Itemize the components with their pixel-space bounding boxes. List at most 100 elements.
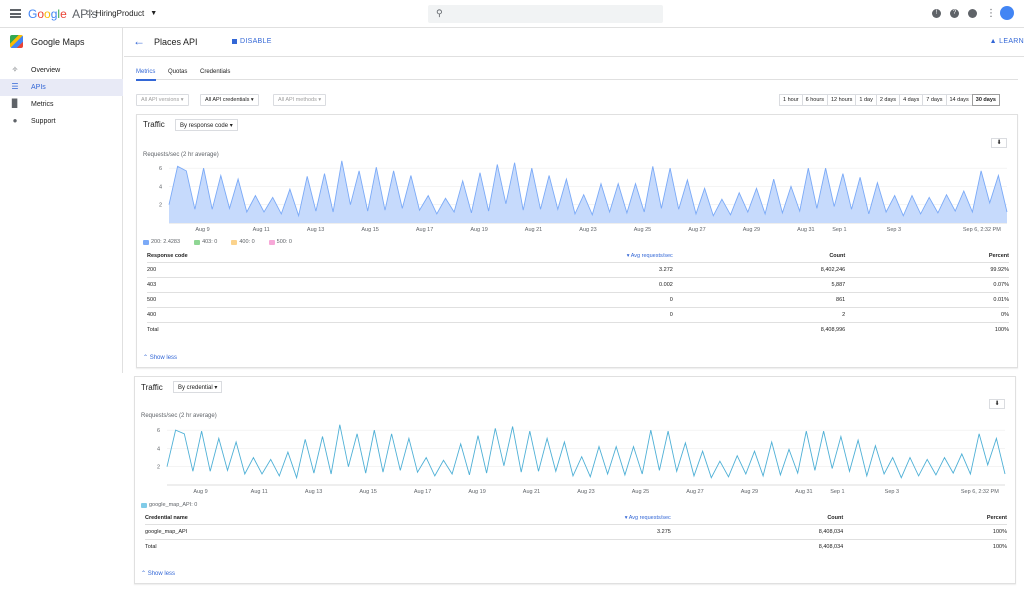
sidebar-item-label: APIs: [31, 84, 46, 91]
table-cell: 8,408,034: [818, 543, 844, 550]
legend-swatch: [141, 502, 147, 508]
x-tick-label: Aug 19: [468, 489, 485, 495]
legend-item[interactable]: 200: 2.4283: [143, 239, 180, 245]
x-tick-label: Aug 9: [195, 227, 209, 233]
person-icon: ●: [12, 116, 18, 125]
sidebar-item-apis[interactable]: ☰ APIs: [0, 79, 123, 96]
show-less-link[interactable]: ⌃ Show less: [143, 354, 177, 361]
sidebar-item-metrics[interactable]: ▉ Metrics: [0, 96, 123, 113]
legend-item[interactable]: 400: 0: [231, 239, 255, 245]
top-icons: ! ? ⋮: [932, 6, 1014, 20]
range-1-hour[interactable]: 1 hour: [779, 94, 803, 106]
table-cell: [233, 322, 673, 337]
list-icon: ☰: [11, 82, 19, 91]
tab-credentials[interactable]: Credentials: [200, 69, 230, 75]
x-tick-label: Aug 29: [741, 489, 758, 495]
table-cell: 100%: [992, 543, 1007, 550]
page-header: ← Places API DISABLE ▲ LEARN: [124, 28, 1024, 57]
response-code-table: Response code ▾ Avg requests/sec Count Perc…: [147, 251, 1009, 337]
range-6-hours[interactable]: 6 hours: [801, 94, 828, 106]
table-cell: 0%: [845, 307, 1009, 323]
tab-quotas[interactable]: Quotas: [168, 69, 187, 75]
traffic-by-credential-card: Traffic By credential ▾ ⬇ Requests/sec (…: [134, 376, 1016, 584]
search-icon: ⚲: [436, 8, 443, 18]
project-selector[interactable]: ∷ HiringProduct ▼: [87, 8, 157, 19]
sidebar-item-support[interactable]: ● Support: [0, 113, 123, 130]
sortable-column-header[interactable]: ▾ Avg requests/sec: [233, 251, 673, 263]
table-cell: 3.275: [231, 524, 671, 540]
show-less-link[interactable]: ⌃ Show less: [141, 570, 175, 577]
legend-swatch: [194, 239, 201, 245]
legend-item[interactable]: 500: 0: [268, 239, 292, 245]
range-14-days[interactable]: 14 days: [945, 94, 973, 106]
series-line: [166, 424, 1006, 480]
legend-item[interactable]: 403: 0: [194, 239, 217, 245]
range-4-days[interactable]: 4 days: [899, 94, 924, 106]
series-area: [169, 160, 1007, 223]
search-input[interactable]: [450, 7, 655, 21]
table-row: 400 0 2 0%: [147, 307, 1009, 323]
sortable-column-header[interactable]: ▾ Avg requests/sec: [231, 513, 671, 525]
chart-legend: google_map_API: 0: [141, 502, 197, 508]
table-cell: Total: [145, 543, 157, 550]
column-header: Response code: [147, 251, 234, 263]
x-tick-label: Aug 15: [359, 489, 376, 495]
y-axis-label: Requests/sec (2 hr average): [141, 413, 217, 419]
y-tick-label: 4: [159, 184, 162, 190]
range-30-days[interactable]: 30 days: [971, 94, 1000, 106]
legend-item[interactable]: google_map_API: 0: [141, 502, 197, 508]
legend-swatch: [143, 239, 149, 245]
api-versions-select[interactable]: All API versions ▾: [136, 94, 189, 106]
active-tab-indicator: [136, 79, 156, 81]
card-title: Traffic: [141, 383, 163, 392]
legend-swatch: [268, 239, 275, 245]
more-vert-icon[interactable]: ⋮: [986, 8, 996, 18]
x-tick-label: Aug 23: [577, 489, 594, 495]
sidebar-item-label: Overview: [31, 67, 61, 74]
tab-metrics[interactable]: Metrics: [136, 69, 155, 75]
traffic-breakdown-select[interactable]: By response code ▾: [175, 119, 238, 131]
table-cell: 5,887: [672, 277, 846, 293]
range-7-days[interactable]: 7 days: [922, 94, 947, 106]
chart-legend: 200: 2.4283 403: 0 400: 0 500: 0: [143, 239, 292, 245]
help-icon[interactable]: ?: [950, 8, 959, 18]
learn-button[interactable]: ▲ LEARN: [990, 38, 1024, 45]
legend-label: 403: 0: [202, 239, 218, 245]
download-icon[interactable]: ⬇: [989, 399, 1005, 409]
x-tick-label: Aug 31: [795, 489, 812, 495]
legend-label: google_map_API: 0: [149, 502, 198, 508]
chevron-down-icon: ▾: [214, 385, 218, 391]
chevron-down-icon: ▾: [180, 97, 184, 103]
notifications-icon[interactable]: [968, 8, 977, 18]
sidebar-item-label: Support: [31, 118, 56, 125]
avatar[interactable]: [1000, 6, 1014, 20]
api-credentials-select[interactable]: All API credentials ▾: [200, 94, 259, 106]
search-bar[interactable]: ⚲: [428, 5, 663, 23]
x-tick-label: Aug 13: [305, 489, 322, 495]
sidebar-header: Google Maps: [0, 28, 123, 56]
chevron-down-icon: ▾: [318, 97, 322, 103]
x-tick-label: Aug 25: [632, 489, 649, 495]
table-cell: 99.92%: [845, 262, 1009, 278]
api-methods-select[interactable]: All API methods ▾: [273, 94, 327, 106]
sidebar-item-overview[interactable]: ✧ Overview: [0, 62, 123, 79]
download-icon[interactable]: ⬇: [991, 138, 1007, 148]
traffic-breakdown-select[interactable]: By credential ▾: [173, 381, 223, 393]
traffic-by-response-card: Traffic By response code ▾ ⬇ Requests/se…: [136, 114, 1018, 368]
menu-icon[interactable]: [10, 9, 21, 18]
range-2-days[interactable]: 2 days: [875, 94, 901, 106]
table-cell: 400: [147, 307, 234, 323]
logo-letter: G: [28, 7, 38, 21]
back-arrow-icon[interactable]: ←: [133, 34, 145, 48]
x-tick-label: Sep 1: [830, 489, 844, 495]
disable-button[interactable]: DISABLE: [232, 38, 272, 45]
range-1-day[interactable]: 1 day: [855, 94, 877, 106]
x-tick-label: Aug 15: [361, 227, 378, 233]
feedback-icon[interactable]: !: [932, 8, 941, 18]
table-row: Total 8,408,034 100%: [145, 539, 1007, 554]
y-tick-label: 4: [157, 446, 160, 452]
x-tick-label: Aug 21: [523, 489, 540, 495]
table-header-row: Credential name ▾ Avg requests/sec Count Pe…: [145, 513, 1007, 525]
range-12-hours[interactable]: 12 hours: [826, 94, 857, 106]
credential-table: Credential name ▾ Avg requests/sec Count Pe…: [145, 513, 1007, 554]
